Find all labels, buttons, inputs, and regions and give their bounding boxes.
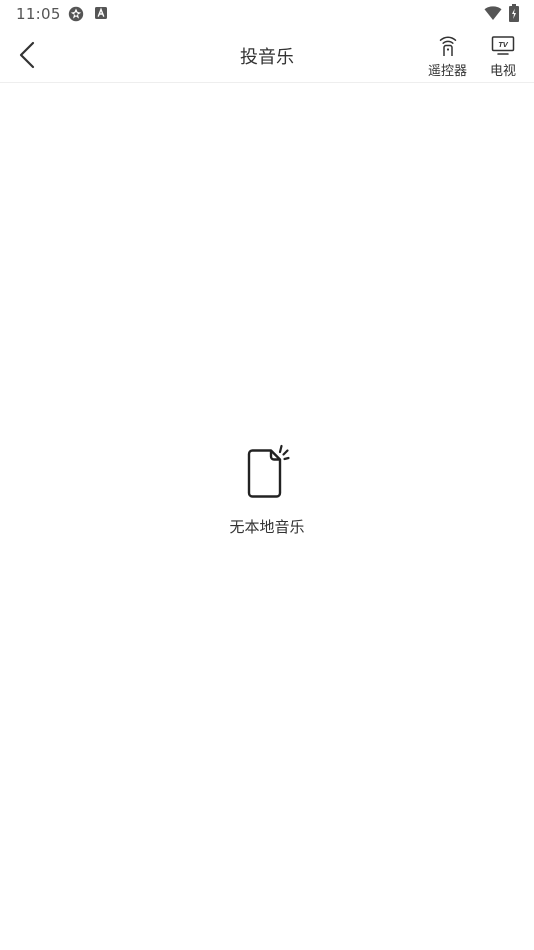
tv-icon: TV bbox=[491, 36, 515, 55]
empty-state: 无本地音乐 bbox=[0, 444, 534, 537]
remote-button[interactable]: 遥控器 bbox=[428, 34, 467, 79]
status-bar: 11:05 bbox=[0, 0, 534, 28]
header-bar: 投音乐 遥控器 TV 电视 bbox=[0, 28, 534, 83]
battery-icon bbox=[509, 4, 519, 22]
tv-label: 电视 bbox=[490, 64, 517, 79]
a-badge-icon bbox=[95, 7, 107, 19]
cast-music-screen: 11:05 投音乐 遥控器 TV 电视 无本地音乐 bbox=[0, 0, 534, 950]
status-time: 11:05 bbox=[16, 5, 61, 23]
empty-message: 无本地音乐 bbox=[229, 518, 305, 536]
tv-button[interactable]: TV 电视 bbox=[490, 34, 516, 79]
settings-app-icon bbox=[68, 6, 84, 22]
wifi-icon bbox=[484, 6, 502, 20]
svg-text:TV: TV bbox=[498, 40, 509, 49]
remote-icon bbox=[439, 36, 456, 56]
empty-file-icon bbox=[247, 444, 290, 498]
remote-label: 遥控器 bbox=[428, 64, 468, 79]
